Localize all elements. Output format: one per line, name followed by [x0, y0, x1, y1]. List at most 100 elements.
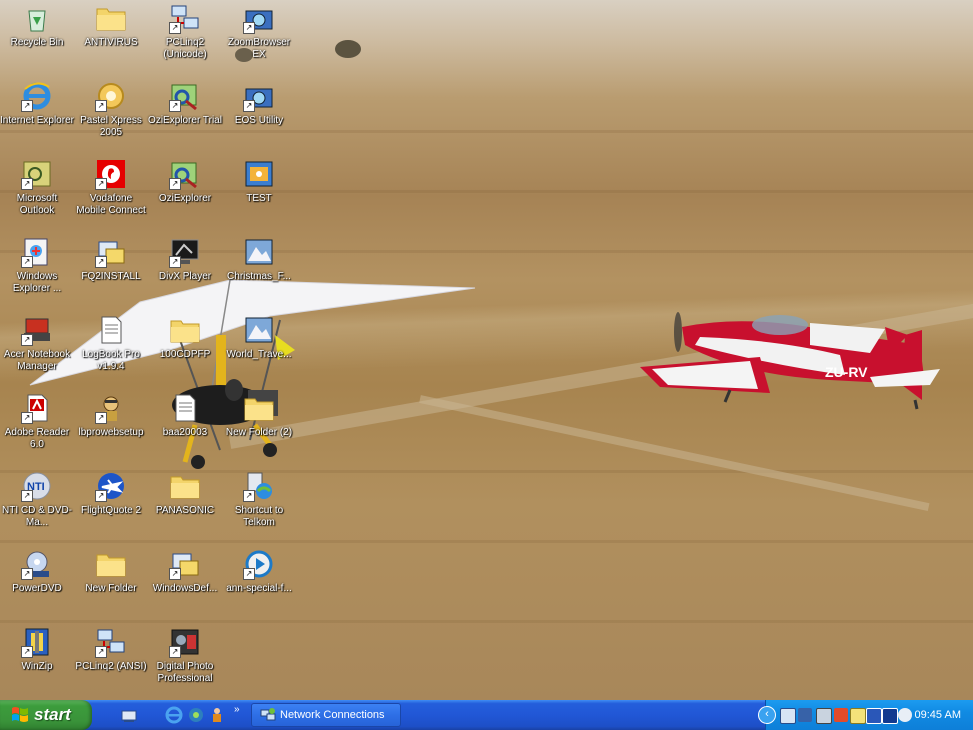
plane-icon: ↗	[95, 470, 127, 502]
shortcut-arrow-icon: ↗	[95, 412, 107, 424]
desktop-icon-logbook-pro[interactable]: LogBook Pro v1.9.4	[74, 314, 148, 373]
desktop-icon-test[interactable]: TEST	[222, 158, 296, 205]
nti-icon: NTI ↗	[21, 470, 53, 502]
desktop-icon-pclinq2-unicode[interactable]: ↗ PCLinq2 (Unicode)	[148, 2, 222, 61]
desktop-icon-flightquote-2[interactable]: ↗ FlightQuote 2	[74, 470, 148, 517]
desktop-icon-acer-notebook[interactable]: ↗ Acer Notebook Manager	[0, 314, 74, 373]
outlook-icon: ↗	[21, 158, 53, 190]
desktop-icon-100cdpfp[interactable]: 100CDPFP	[148, 314, 222, 361]
shortcut-arrow-icon: ↗	[21, 412, 33, 424]
shortcut-arrow-icon: ↗	[95, 256, 107, 268]
taskbar-button-network-connections[interactable]: Network Connections	[251, 703, 401, 727]
desktop-icon-ozi-trial[interactable]: ↗ OziExplorer Trial	[148, 80, 222, 127]
installer-icon: ↗	[95, 236, 127, 268]
desktop-icon-label: 100CDPFP	[159, 349, 211, 360]
desktop-icon-windowsdef[interactable]: ↗ WindowsDef...	[148, 548, 222, 595]
ie-icon[interactable]	[165, 706, 183, 724]
desktop-icon-label: Shortcut to Telkom	[234, 505, 284, 528]
shield-tray-icon[interactable]	[866, 708, 882, 724]
document-icon	[95, 314, 127, 346]
map-icon: ↗	[169, 80, 201, 112]
media-icon[interactable]	[187, 706, 205, 724]
shortcut-arrow-icon: ↗	[169, 646, 181, 658]
image-icon	[243, 158, 275, 190]
taskbar: start » Network Connections ‹ 09:45 AM	[0, 700, 973, 730]
desktop-icon-ann-special[interactable]: ↗ ann-special-f...	[222, 548, 296, 595]
desktop-icon-label: Internet Explorer	[0, 115, 74, 126]
desktop-icon-pastel-xpress[interactable]: ↗ Pastel Xpress 2005	[74, 80, 148, 139]
desktop-icon-vodafone[interactable]: ↗ Vodafone Mobile Connect	[74, 158, 148, 217]
desktop-icon-lbprowebsetup[interactable]: ↗ lbprowebsetup	[74, 392, 148, 439]
clock[interactable]: 09:45 AM	[915, 700, 961, 730]
desktop-icon-zoombrowser-ex[interactable]: ↗ ZoomBrowser EX	[222, 2, 296, 61]
desktop-icon-fq2install[interactable]: ↗ FQ2INSTALL	[74, 236, 148, 283]
tray-expand-icon[interactable]: ‹	[758, 706, 776, 724]
desktop-icon-label: Windows Explorer ...	[12, 271, 62, 294]
monitor-tray-icon[interactable]	[816, 708, 832, 724]
shortcut-arrow-icon: ↗	[21, 256, 33, 268]
desktop-icon-ms-outlook[interactable]: ↗ Microsoft Outlook	[0, 158, 74, 217]
desktop-icon-adobe-reader[interactable]: ↗ Adobe Reader 6.0	[0, 392, 74, 451]
desktop-icon-winzip[interactable]: ↗ WinZip	[0, 626, 74, 673]
shortcut-arrow-icon: ↗	[169, 22, 181, 34]
desktop-icon-windows-explorer[interactable]: ↗ Windows Explorer ...	[0, 236, 74, 295]
folder-icon	[95, 548, 127, 580]
camera-icon: ↗	[243, 2, 275, 34]
desktop-icon-digital-photo-pro[interactable]: ↗ Digital Photo Professional	[148, 626, 222, 685]
desktop-icon-oziexplorer[interactable]: ↗ OziExplorer	[148, 158, 222, 205]
desktop-icon-label: New Folder	[85, 583, 137, 594]
map-icon: ↗	[169, 158, 201, 190]
desktop-icon-panasonic[interactable]: PANASONIC	[148, 470, 222, 517]
desktop-icon-label: Christmas_F...	[227, 271, 291, 282]
disc-icon: ↗	[95, 80, 127, 112]
desktop-icon-antivirus[interactable]: ANTIVIRUS	[74, 2, 148, 49]
globe-icon: ↗	[243, 470, 275, 502]
desktop-icon-internet-explorer[interactable]: ↗ Internet Explorer	[0, 80, 74, 127]
shortcut-arrow-icon: ↗	[95, 178, 107, 190]
desktop-icon-label: WindowsDef...	[152, 583, 218, 594]
desktop-icon-telkom[interactable]: ↗ Shortcut to Telkom	[222, 470, 296, 529]
desktop-icon-new-folder-2[interactable]: New Folder (2)	[222, 392, 296, 439]
security-tray-icon[interactable]	[834, 708, 848, 722]
recycle-bin-icon	[21, 2, 53, 34]
quicklaunch-chevron-icon[interactable]: »	[234, 704, 240, 715]
shortcut-arrow-icon: ↗	[169, 178, 181, 190]
user-icon[interactable]	[208, 706, 226, 724]
desktop-icon-divx-player[interactable]: ↗ DivX Player	[148, 236, 222, 283]
shortcut-arrow-icon: ↗	[21, 100, 33, 112]
wireless-tray-icon[interactable]	[798, 708, 812, 722]
desktop-icon-world-travel[interactable]: World_Trave...	[222, 314, 296, 361]
shortcut-arrow-icon: ↗	[95, 100, 107, 112]
tooltip-tray-icon[interactable]	[850, 708, 866, 724]
desktop-icon-label: World_Trave...	[226, 349, 292, 360]
desktop-icon-powerdvd[interactable]: ↗ PowerDVD	[0, 548, 74, 595]
desktop-icon-label: Adobe Reader 6.0	[4, 427, 70, 450]
start-button[interactable]: start	[0, 700, 92, 730]
vodafone-icon: ↗	[95, 158, 127, 190]
desktop-icon-new-folder[interactable]: New Folder	[74, 548, 148, 595]
phone-tray-icon[interactable]	[898, 708, 912, 722]
desktop-icon-label: baa20003	[162, 427, 208, 438]
folder-icon	[169, 314, 201, 346]
explorer-icon: ↗	[21, 236, 53, 268]
network-tray-icon[interactable]	[780, 708, 796, 724]
desktop-icon-baa20003[interactable]: baa20003	[148, 392, 222, 439]
picture-icon	[243, 314, 275, 346]
desktop-icon-label: FlightQuote 2	[80, 505, 142, 516]
shortcut-arrow-icon: ↗	[21, 568, 33, 580]
desktop-icon-label: OziExplorer	[158, 193, 212, 204]
display-tray-icon[interactable]	[882, 708, 898, 724]
desktop-icon-label: OziExplorer Trial	[148, 115, 222, 126]
desktop-icon-nti-cd-dvd[interactable]: NTI ↗ NTI CD & DVD-Ma...	[0, 470, 74, 529]
start-label: start	[34, 705, 71, 724]
show-desktop-icon[interactable]	[120, 706, 138, 724]
pilot-icon: ↗	[95, 392, 127, 424]
dvd-icon: ↗	[21, 548, 53, 580]
desktop-icon-eos-utility[interactable]: ↗ EOS Utility	[222, 80, 296, 127]
desktop-icon-pclinq2-ansi[interactable]: ↗ PCLinq2 (ANSI)	[74, 626, 148, 673]
desktop-icon-recycle-bin[interactable]: Recycle Bin	[0, 2, 74, 49]
media-icon: ↗	[243, 548, 275, 580]
shortcut-arrow-icon: ↗	[21, 646, 33, 658]
desktop-icon-christmas[interactable]: Christmas_F...	[222, 236, 296, 283]
desktop-icon-label: PowerDVD	[12, 583, 62, 594]
